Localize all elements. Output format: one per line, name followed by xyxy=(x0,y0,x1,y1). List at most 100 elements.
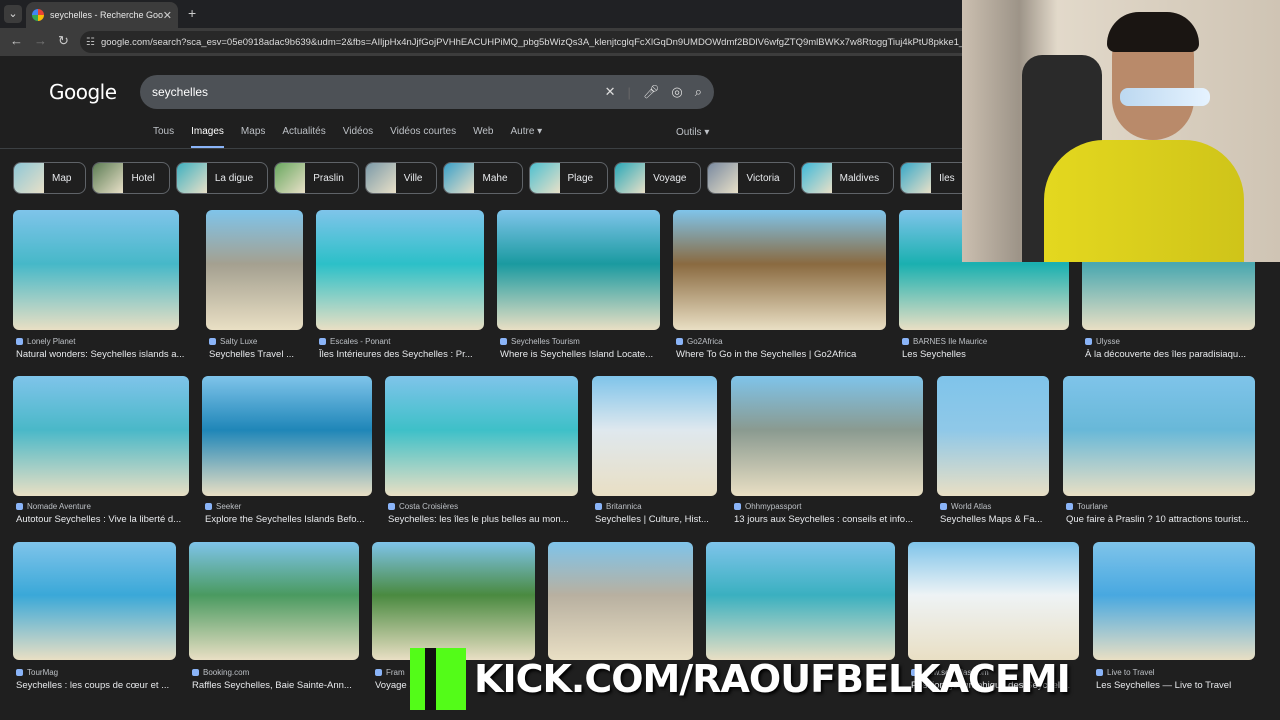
google-logo[interactable]: Google xyxy=(49,80,117,104)
tab-autre[interactable]: Autre ▾ xyxy=(511,126,543,148)
result-source[interactable]: BARNES Ile Maurice xyxy=(902,337,1072,346)
result-source[interactable]: World Atlas xyxy=(940,502,1052,511)
result-title[interactable]: Que faire à Praslin ? 10 attractions tou… xyxy=(1066,514,1268,525)
image-result[interactable] xyxy=(1093,542,1255,660)
source-favicon-icon xyxy=(319,338,326,345)
result-source[interactable]: Ohhmypassport xyxy=(734,502,926,511)
image-result[interactable] xyxy=(316,210,484,330)
back-icon[interactable]: ← xyxy=(10,33,23,48)
chip-thumbnail xyxy=(275,163,306,193)
chip-praslin[interactable]: Praslin xyxy=(274,162,359,194)
result-title[interactable]: Îles Intérieures des Seychelles : Pr... xyxy=(319,349,497,360)
result-title[interactable]: Seychelles | Culture, Hist... xyxy=(595,514,730,525)
chip-voyage[interactable]: Voyage xyxy=(614,162,702,194)
reload-icon[interactable]: ↻ xyxy=(58,33,69,49)
url-field[interactable]: ☷ google.com/search?sca_esv=05e0918adac9… xyxy=(80,31,980,53)
browser-tab[interactable]: seychelles - Recherche Google ✕ xyxy=(26,2,178,28)
source-favicon-icon xyxy=(676,338,683,345)
image-result[interactable] xyxy=(189,542,359,660)
streamer-shirt xyxy=(1044,140,1244,262)
image-result[interactable] xyxy=(13,376,189,496)
result-source[interactable]: Britannica xyxy=(595,502,720,511)
result-source[interactable]: Seeker xyxy=(205,502,375,511)
result-source[interactable]: Booking.com xyxy=(192,668,362,677)
search-input[interactable] xyxy=(152,85,593,99)
chip-plage[interactable]: Plage xyxy=(528,162,609,194)
image-result[interactable] xyxy=(706,542,895,660)
result-source[interactable]: Tourlane xyxy=(1066,502,1258,511)
url-text: google.com/search?sca_esv=05e0918adac9b6… xyxy=(100,36,980,48)
result-source[interactable]: Go2Africa xyxy=(676,337,889,346)
image-result[interactable] xyxy=(731,376,923,496)
result-title[interactable]: Seychelles : les coups de cœur et ... xyxy=(16,680,189,691)
result-source[interactable]: Escales - Ponant xyxy=(319,337,487,346)
chip-maldives[interactable]: Maldives xyxy=(800,162,895,194)
tab-tous[interactable]: Tous xyxy=(153,126,174,148)
source-favicon-icon xyxy=(209,338,216,345)
result-source[interactable]: Lonely Planet xyxy=(16,337,182,346)
tab-videos-courtes[interactable]: Vidéos courtes xyxy=(390,126,456,148)
source-name: World Atlas xyxy=(951,502,992,511)
search-icon[interactable]: ⌕ xyxy=(695,84,702,100)
google-favicon-icon xyxy=(32,9,44,21)
image-result[interactable] xyxy=(937,376,1049,496)
tab-web[interactable]: Web xyxy=(473,126,493,148)
result-title[interactable]: Les Seychelles — Live to Travel xyxy=(1096,680,1268,691)
image-result[interactable] xyxy=(592,376,717,496)
result-source[interactable]: Salty Luxe xyxy=(209,337,306,346)
tab-actualites[interactable]: Actualités xyxy=(282,126,325,148)
image-result[interactable] xyxy=(908,542,1079,660)
chip-ville[interactable]: Ville xyxy=(364,162,438,194)
result-source[interactable]: TourMag xyxy=(16,668,179,677)
result-source[interactable]: Nomade Aventure xyxy=(16,502,192,511)
result-title[interactable]: Where is Seychelles Island Locate... xyxy=(500,349,673,360)
lens-icon[interactable]: ◎ xyxy=(671,84,682,100)
result-title[interactable]: Natural wonders: Seychelles islands a... xyxy=(16,349,192,360)
chip-iles[interactable]: Iles xyxy=(900,162,970,194)
tab-images[interactable]: Images xyxy=(191,126,224,148)
result-title[interactable]: Seychelles Travel ... xyxy=(209,349,316,360)
chip-hotel[interactable]: Hotel xyxy=(92,162,170,194)
tab-videos[interactable]: Vidéos xyxy=(343,126,373,148)
image-result[interactable] xyxy=(206,210,303,330)
chip-thumbnail xyxy=(708,163,739,193)
image-result[interactable] xyxy=(1063,376,1255,496)
search-box[interactable]: ✕ | 🎤︎ ◎ ⌕ xyxy=(140,75,714,109)
result-source[interactable]: Live to Travel xyxy=(1096,668,1258,677)
microphone-icon[interactable]: 🎤︎ xyxy=(643,84,660,100)
result-source[interactable]: Costa Croisières xyxy=(388,502,581,511)
chip-mahe[interactable]: Mahe xyxy=(443,162,523,194)
result-title[interactable]: À la découverte des îles paradisiaqu... xyxy=(1085,349,1268,360)
site-info-icon[interactable]: ☷ xyxy=(86,37,95,48)
image-result[interactable] xyxy=(673,210,886,330)
webcam-overlay xyxy=(962,0,1280,262)
result-title[interactable]: Explore the Seychelles Islands Befo... xyxy=(205,514,385,525)
image-result[interactable] xyxy=(13,542,176,660)
result-title[interactable]: Where To Go in the Seychelles | Go2Afric… xyxy=(676,349,899,360)
image-result[interactable] xyxy=(548,542,693,660)
image-result[interactable] xyxy=(13,210,179,330)
result-title[interactable]: 13 jours aux Seychelles : conseils et in… xyxy=(734,514,936,525)
result-title[interactable]: Autotour Seychelles : Vive la liberté d.… xyxy=(16,514,202,525)
result-title[interactable]: Les Seychelles xyxy=(902,349,1082,360)
result-source[interactable]: Seychelles Tourism xyxy=(500,337,663,346)
new-tab-icon[interactable]: + xyxy=(188,5,196,21)
image-result[interactable] xyxy=(372,542,535,660)
image-result[interactable] xyxy=(385,376,578,496)
chip-map[interactable]: Map xyxy=(13,162,87,194)
clear-icon[interactable]: ✕ xyxy=(605,84,616,100)
image-result[interactable] xyxy=(202,376,372,496)
result-title[interactable]: Seychelles: les îles le plus belles au m… xyxy=(388,514,591,525)
source-favicon-icon xyxy=(375,669,382,676)
tab-search-icon[interactable]: ⌄ xyxy=(4,5,22,23)
image-result[interactable] xyxy=(497,210,660,330)
chip-la-digue[interactable]: La digue xyxy=(175,162,269,194)
result-title[interactable]: Raffles Seychelles, Baie Sainte-Ann... xyxy=(192,680,372,691)
result-title[interactable]: Seychelles Maps & Fa... xyxy=(940,514,1062,525)
tools-menu[interactable]: Outils ▾ xyxy=(676,127,709,138)
forward-icon[interactable]: → xyxy=(34,33,47,48)
result-source[interactable]: Ulysse xyxy=(1085,337,1258,346)
close-tab-icon[interactable]: ✕ xyxy=(163,9,172,22)
tab-maps[interactable]: Maps xyxy=(241,126,265,148)
chip-victoria[interactable]: Victoria xyxy=(707,162,795,194)
